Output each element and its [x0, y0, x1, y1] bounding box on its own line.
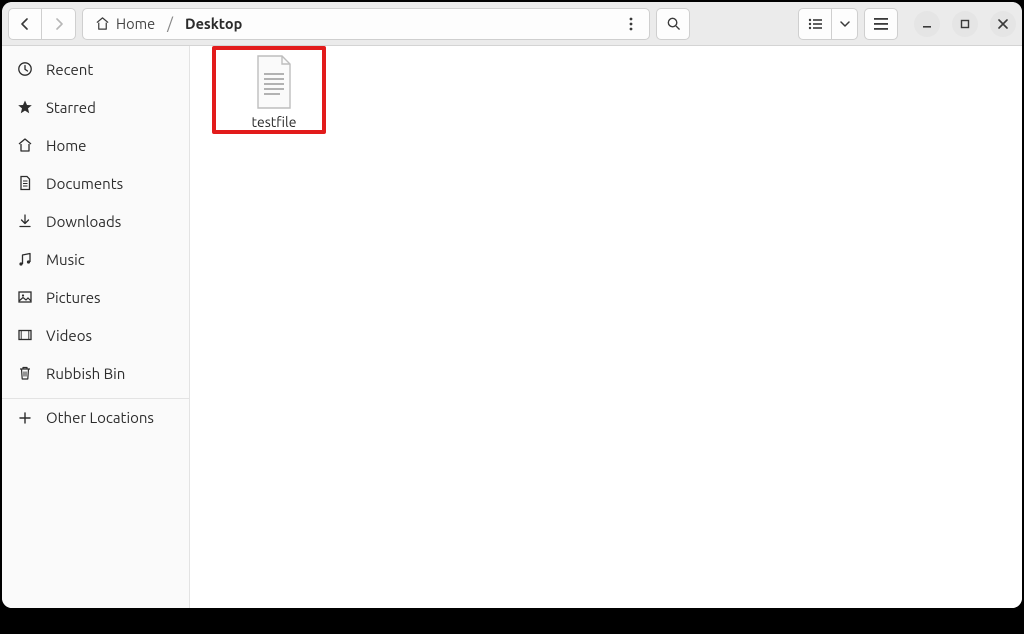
- sidebar-item-recent[interactable]: Recent: [2, 50, 189, 88]
- sidebar-item-music[interactable]: Music: [2, 240, 189, 278]
- list-view-button[interactable]: [798, 8, 832, 40]
- file-view[interactable]: testfile: [190, 46, 1022, 608]
- minimize-button[interactable]: [914, 11, 940, 37]
- breadcrumb-current[interactable]: Desktop: [177, 10, 250, 38]
- view-dropdown-button[interactable]: [832, 8, 858, 40]
- breadcrumb-home-label: Home: [116, 15, 155, 32]
- file-item-testfile[interactable]: testfile: [214, 50, 334, 136]
- list-icon: [808, 18, 823, 30]
- pathbar-menu-button[interactable]: [617, 10, 645, 38]
- nav-button-group: [8, 8, 76, 40]
- chevron-down-icon: [840, 19, 850, 29]
- sidebar-item-pictures[interactable]: Pictures: [2, 278, 189, 316]
- window-controls: [910, 11, 1016, 37]
- documents-icon: [16, 174, 34, 192]
- home-icon: [16, 136, 34, 154]
- text-file-icon: [250, 54, 298, 110]
- file-label: testfile: [252, 114, 297, 130]
- maximize-button[interactable]: [952, 11, 978, 37]
- sidebar-item-trash[interactable]: Rubbish Bin: [2, 354, 189, 392]
- close-icon: [998, 19, 1008, 29]
- forward-button[interactable]: [42, 8, 76, 40]
- sidebar-item-label: Starred: [46, 99, 96, 116]
- pictures-icon: [16, 288, 34, 306]
- sidebar-item-label: Documents: [46, 175, 123, 192]
- path-bar[interactable]: Home / Desktop: [82, 8, 650, 40]
- sidebar: Recent Starred Home Documents: [2, 46, 190, 608]
- star-icon: [16, 98, 34, 116]
- kebab-icon: [629, 17, 633, 31]
- view-switcher: [798, 8, 858, 40]
- music-icon: [16, 250, 34, 268]
- chevron-left-icon: [19, 18, 31, 30]
- sidebar-item-label: Videos: [46, 327, 92, 344]
- recent-icon: [16, 60, 34, 78]
- maximize-icon: [960, 19, 970, 29]
- home-icon: [95, 16, 110, 31]
- downloads-icon: [16, 212, 34, 230]
- sidebar-item-documents[interactable]: Documents: [2, 164, 189, 202]
- headerbar: Home / Desktop: [2, 2, 1022, 46]
- window-body: Recent Starred Home Documents: [2, 46, 1022, 608]
- breadcrumb-current-label: Desktop: [185, 15, 242, 32]
- search-button[interactable]: [656, 8, 690, 40]
- sidebar-item-label: Downloads: [46, 213, 121, 230]
- breadcrumb-home[interactable]: Home: [87, 10, 163, 38]
- sidebar-item-starred[interactable]: Starred: [2, 88, 189, 126]
- sidebar-item-label: Music: [46, 251, 85, 268]
- chevron-right-icon: [53, 18, 65, 30]
- sidebar-item-label: Home: [46, 137, 86, 154]
- close-button[interactable]: [990, 11, 1016, 37]
- sidebar-item-label: Other Locations: [46, 409, 154, 426]
- hamburger-icon: [874, 18, 888, 30]
- file-manager-window: Home / Desktop: [2, 2, 1022, 608]
- sidebar-item-label: Pictures: [46, 289, 101, 306]
- back-button[interactable]: [8, 8, 42, 40]
- videos-icon: [16, 326, 34, 344]
- sidebar-item-videos[interactable]: Videos: [2, 316, 189, 354]
- breadcrumb-separator: /: [165, 15, 175, 33]
- sidebar-item-other-locations[interactable]: Other Locations: [2, 398, 189, 436]
- hamburger-menu-button[interactable]: [864, 8, 898, 40]
- sidebar-item-label: Recent: [46, 61, 93, 78]
- plus-icon: [16, 409, 34, 427]
- search-icon: [666, 16, 681, 31]
- minimize-icon: [922, 19, 932, 29]
- sidebar-item-home[interactable]: Home: [2, 126, 189, 164]
- trash-icon: [16, 364, 34, 382]
- sidebar-item-label: Rubbish Bin: [46, 365, 125, 382]
- sidebar-item-downloads[interactable]: Downloads: [2, 202, 189, 240]
